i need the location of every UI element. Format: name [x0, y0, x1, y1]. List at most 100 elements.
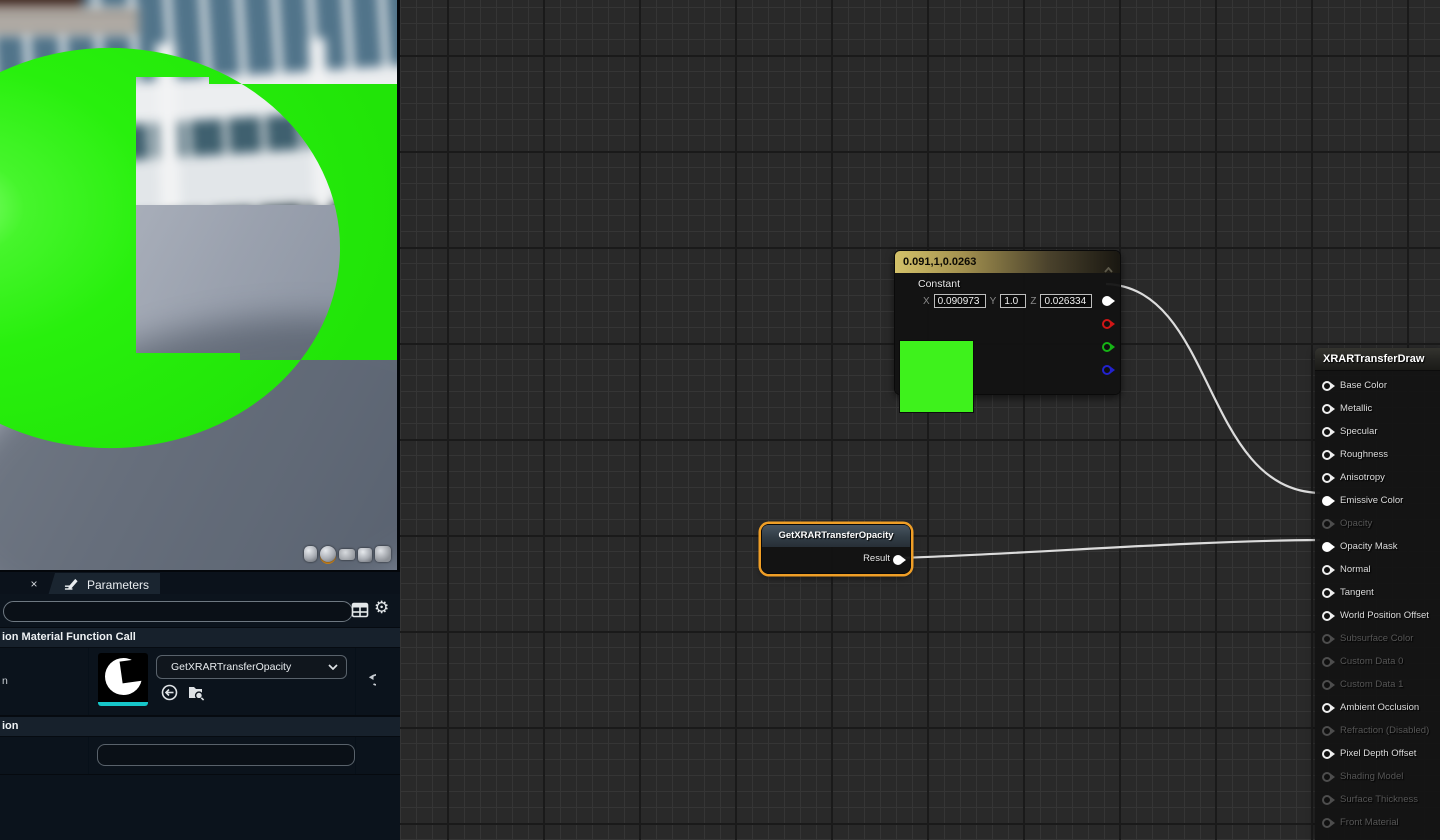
output-pin-row[interactable]: Normal [1315, 558, 1440, 581]
input-pin-label: Subsurface Color [1340, 633, 1413, 644]
input-pin-icon[interactable] [1322, 611, 1332, 621]
constant-xyz-row: X Y Z [923, 294, 1092, 308]
r-output-pin[interactable] [1102, 319, 1112, 329]
function-node-body: Result [762, 547, 910, 573]
description-input[interactable] [97, 744, 355, 766]
output-pin-row[interactable]: Surface Thickness [1315, 788, 1440, 811]
input-pin-icon[interactable] [1322, 772, 1332, 782]
input-pin-icon[interactable] [1322, 726, 1332, 736]
input-pin-icon[interactable] [1322, 749, 1332, 759]
output-pin-row[interactable]: Shading Model [1315, 765, 1440, 788]
tab-close-button[interactable]: × [26, 574, 42, 594]
input-pin-label: Pixel Depth Offset [1340, 748, 1416, 759]
constant-node[interactable]: 0.091,1,0.0263 Constant X Y Z [894, 250, 1121, 395]
input-pin-icon[interactable] [1322, 680, 1332, 690]
z-axis-label: Z [1030, 296, 1036, 307]
input-pin-icon[interactable] [1322, 634, 1332, 644]
function-node-title[interactable]: GetXRARTransferOpacity [762, 525, 910, 547]
z-value-field[interactable] [1040, 294, 1092, 308]
search-row: ⚙ [0, 594, 400, 627]
output-pin-row[interactable]: Base Color [1315, 374, 1440, 397]
x-value-field[interactable] [934, 294, 986, 308]
output-pin-row[interactable]: World Position Offset [1315, 604, 1440, 627]
browse-to-asset-icon[interactable] [187, 684, 205, 701]
input-pin-icon[interactable] [1322, 703, 1332, 713]
material-output-node[interactable]: XRARTransferDraw Base Color Metallic Specu… [1315, 348, 1440, 840]
input-pin-icon[interactable] [1322, 473, 1332, 483]
input-pin-label: Specular [1340, 426, 1378, 437]
output-pin-row[interactable]: Custom Data 0 [1315, 650, 1440, 673]
output-pin-row[interactable]: Emissive Color [1315, 489, 1440, 512]
output-pin-row[interactable]: Opacity Mask [1315, 535, 1440, 558]
mesh-teapot-button[interactable] [375, 546, 391, 562]
input-pin-icon[interactable] [1322, 519, 1332, 529]
output-pin-row[interactable]: Specular [1315, 420, 1440, 443]
input-pin-icon[interactable] [1322, 404, 1332, 414]
section-material-function-call: ion Material Function Call [0, 627, 400, 648]
g-output-pin[interactable] [1102, 342, 1112, 352]
material-editor-window: 0.091,1,0.0263 Constant X Y Z [0, 0, 1440, 840]
chevron-down-icon [328, 664, 338, 670]
output-pin-row[interactable]: Pixel Depth Offset [1315, 742, 1440, 765]
wire-constant-to-emissive[interactable] [1106, 284, 1320, 493]
mesh-cylinder-button[interactable] [304, 546, 317, 562]
input-pin-label: Opacity Mask [1340, 541, 1398, 552]
input-pin-label: Normal [1340, 564, 1371, 575]
input-pin-icon[interactable] [1322, 496, 1332, 506]
material-function-row-label: n [2, 675, 8, 687]
output-pin-row[interactable]: Refraction (Disabled) [1315, 719, 1440, 742]
mesh-sphere-button[interactable] [320, 546, 336, 562]
input-pin-label: Opacity [1340, 518, 1372, 529]
function-call-node[interactable]: GetXRARTransferOpacity Result [761, 524, 911, 574]
mesh-cube-button[interactable] [358, 548, 372, 562]
output-pin-row[interactable]: Opacity [1315, 512, 1440, 535]
preview-mesh-buttons [304, 546, 391, 562]
input-pin-icon[interactable] [1322, 427, 1332, 437]
input-pin-icon[interactable] [1322, 588, 1332, 598]
constant-color-preview [899, 340, 974, 413]
constant-node-header[interactable]: 0.091,1,0.0263 [895, 251, 1120, 273]
material-function-thumbnail[interactable] [98, 653, 148, 706]
details-panel: ⚙ ion Material Function Call n GetXRARTr… [0, 594, 400, 840]
output-node-body: Base Color Metallic Specular Roughness Aniso… [1315, 371, 1440, 840]
reset-to-default-icon[interactable] [360, 674, 376, 693]
result-output-pin[interactable] [893, 555, 903, 565]
output-pin-row[interactable]: Anisotropy [1315, 466, 1440, 489]
settings-gear-icon[interactable]: ⚙ [374, 598, 389, 618]
output-pin-row[interactable]: Metallic [1315, 397, 1440, 420]
input-pin-label: Roughness [1340, 449, 1388, 460]
use-selected-asset-icon[interactable] [161, 684, 178, 701]
input-pin-icon[interactable] [1322, 381, 1332, 391]
y-value-field[interactable] [1000, 294, 1026, 308]
view-options-table-icon[interactable] [351, 601, 369, 624]
b-output-pin[interactable] [1102, 365, 1112, 375]
rgb-output-pin[interactable] [1102, 296, 1112, 306]
output-pin-row[interactable]: Roughness [1315, 443, 1440, 466]
material-function-dropdown[interactable]: GetXRARTransferOpacity [156, 655, 347, 679]
collapse-chevron-icon[interactable] [1104, 259, 1113, 273]
input-pin-icon[interactable] [1322, 542, 1332, 552]
input-pin-icon[interactable] [1322, 818, 1332, 828]
wire-result-to-opacity-mask[interactable] [898, 540, 1320, 558]
output-pin-row[interactable]: Custom Data 1 [1315, 673, 1440, 696]
output-pin-row[interactable]: Front Material [1315, 811, 1440, 834]
input-pin-icon[interactable] [1322, 565, 1332, 575]
material-function-dropdown-value: GetXRARTransferOpacity [157, 661, 328, 673]
tab-parameters[interactable]: Parameters [48, 573, 160, 596]
input-pin-icon[interactable] [1322, 657, 1332, 667]
input-pin-icon[interactable] [1322, 795, 1332, 805]
output-pin-row[interactable]: Subsurface Color [1315, 627, 1440, 650]
preview-viewport[interactable] [0, 0, 400, 570]
input-pin-label: Metallic [1340, 403, 1372, 414]
search-input[interactable] [3, 601, 353, 622]
mesh-plane-button[interactable] [339, 549, 355, 560]
output-pin-row[interactable]: Ambient Occlusion [1315, 696, 1440, 719]
output-pin-row[interactable]: Tangent [1315, 581, 1440, 604]
details-filler [0, 775, 400, 840]
material-function-row: n GetXRARTransferOpacity [0, 648, 400, 716]
output-node-title[interactable]: XRARTransferDraw [1315, 348, 1440, 371]
result-pin-label: Result [863, 553, 890, 564]
input-pin-label: Anisotropy [1340, 472, 1385, 483]
input-pin-icon[interactable] [1322, 450, 1332, 460]
asset-buttons [161, 684, 205, 701]
